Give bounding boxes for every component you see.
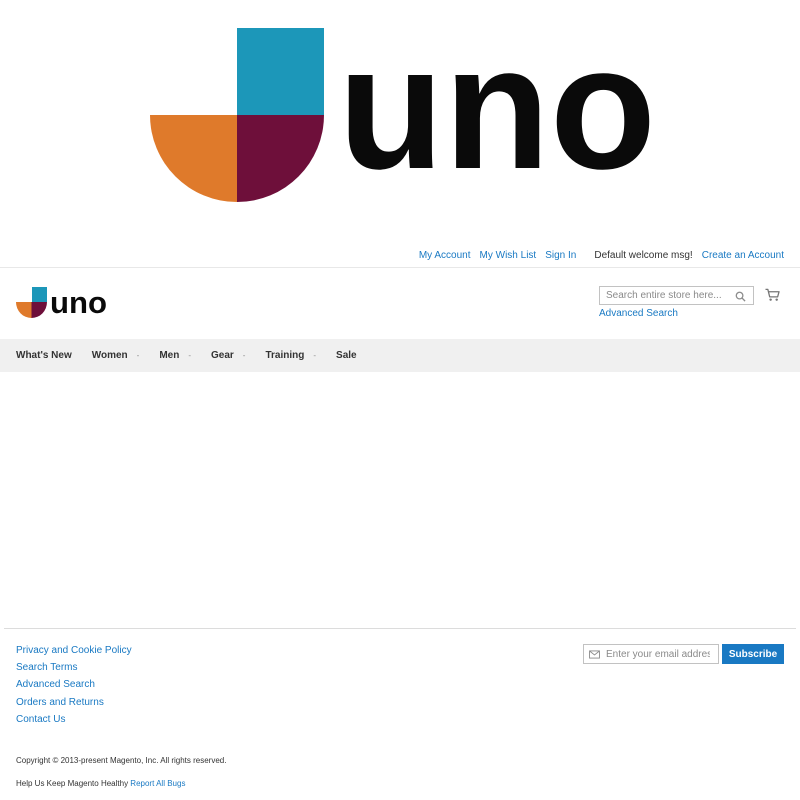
nav-item-label: What's New (16, 350, 72, 361)
footer-divider (4, 628, 796, 629)
my-wish-list-link[interactable]: My Wish List (480, 250, 537, 261)
nav-item-label: Sale (336, 350, 357, 361)
header-links: My Account My Wish List Sign In Default … (410, 247, 784, 263)
footer-link-item: Contact Us (16, 714, 132, 731)
copyright-text: Copyright © 2013-present Magento, Inc. A… (16, 756, 227, 765)
footer-links: Privacy and Cookie Policy Search Terms A… (16, 645, 132, 731)
report-bugs-link[interactable]: Report All Bugs (130, 779, 185, 788)
nav-item-label: Men (159, 350, 180, 361)
footer-advanced-search-link[interactable]: Advanced Search (16, 679, 95, 690)
hero-logo: uno (150, 28, 660, 203)
search-terms-link[interactable]: Search Terms (16, 662, 78, 673)
logo-teal-block (237, 28, 324, 115)
create-account-link[interactable]: Create an Account (702, 250, 784, 261)
nav-item-sale[interactable]: Sale (336, 350, 357, 361)
header-logo[interactable]: uno (16, 285, 108, 320)
newsletter-email-input[interactable] (606, 648, 710, 660)
search-icon[interactable] (735, 291, 746, 302)
logo-wordmark: uno (338, 28, 656, 203)
sign-in-link[interactable]: Sign In (545, 250, 576, 261)
nav-item-label: Training (265, 350, 305, 361)
advanced-search-link[interactable]: Advanced Search (599, 308, 678, 319)
nav-item-gear[interactable]: Gear - (211, 350, 245, 361)
footer-link-item: Search Terms (16, 662, 132, 679)
small-logo-wordmark: uno (50, 287, 107, 319)
small-logo-orange-quarter (16, 302, 32, 318)
nav-item-women[interactable]: Women - (92, 350, 140, 361)
header-divider (0, 267, 800, 268)
subscribe-button[interactable]: Subscribe (722, 644, 784, 664)
logo-maroon-quarter (237, 115, 324, 202)
orders-returns-link[interactable]: Orders and Returns (16, 697, 104, 708)
header-logo-graphic: uno (16, 285, 107, 320)
dropdown-caret-icon: - (136, 351, 140, 360)
logo-orange-quarter (150, 115, 237, 202)
contact-us-link[interactable]: Contact Us (16, 714, 65, 725)
dropdown-caret-icon: - (188, 351, 191, 360)
report-bugs-line: Help Us Keep Magento Healthy Report All … (16, 779, 185, 788)
footer-link-item: Orders and Returns (16, 697, 132, 714)
footer-link-item: Privacy and Cookie Policy (16, 645, 132, 662)
footer-link-item: Advanced Search (16, 679, 132, 696)
main-navigation: What's New Women - Men - Gear - Training… (0, 339, 800, 372)
nav-item-training[interactable]: Training - (265, 350, 316, 361)
search-input[interactable] (606, 290, 731, 301)
my-account-link[interactable]: My Account (419, 250, 471, 261)
nav-item-men[interactable]: Men - (159, 350, 191, 361)
privacy-policy-link[interactable]: Privacy and Cookie Policy (16, 645, 132, 656)
dropdown-caret-icon: - (242, 351, 246, 360)
bugs-text: Help Us Keep Magento Healthy (16, 779, 129, 788)
newsletter-field (583, 644, 719, 664)
nav-item-whats-new[interactable]: What's New (16, 350, 72, 361)
nav-item-label: Gear (211, 350, 234, 361)
small-logo-teal-block (32, 287, 47, 302)
hero-logo-graphic: uno (150, 28, 656, 203)
mail-icon (589, 650, 600, 659)
nav-item-label: Women (91, 350, 128, 361)
dropdown-caret-icon: - (313, 351, 317, 360)
search-box (599, 286, 754, 305)
cart-icon[interactable] (765, 288, 780, 302)
small-logo-maroon-quarter (31, 302, 47, 318)
welcome-message: Default welcome msg! (594, 249, 693, 261)
